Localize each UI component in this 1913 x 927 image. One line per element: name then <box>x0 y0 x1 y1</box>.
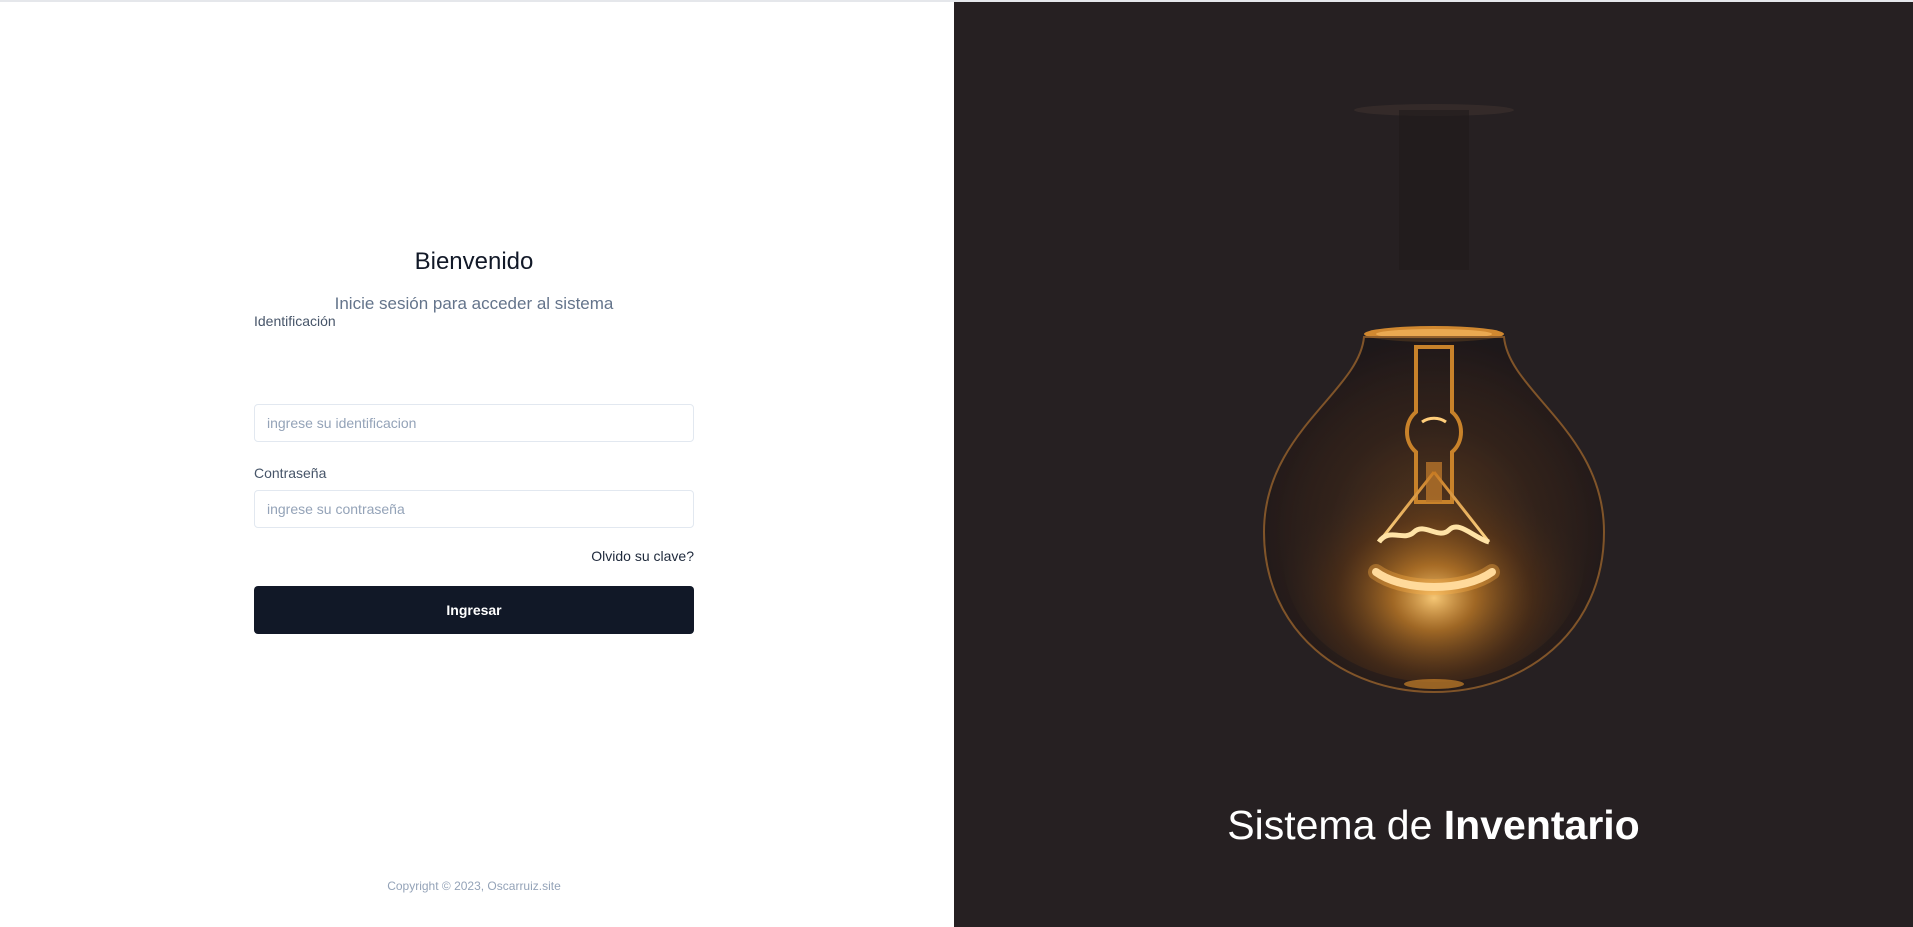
welcome-subtitle: Inicie sesión para acceder al sistema <box>334 294 614 313</box>
login-panel: Bienvenido Inicie sesión para acceder al… <box>0 2 954 927</box>
system-title-bold: Inventario <box>1443 802 1640 848</box>
identification-label: Identificación <box>254 313 336 329</box>
password-input[interactable] <box>254 490 694 528</box>
forgot-password-link[interactable]: Olvido su clave? <box>494 548 694 564</box>
identification-input[interactable] <box>254 404 694 442</box>
system-title: Sistema de Inventario <box>954 802 1913 849</box>
copyright-text: Copyright © 2023, Oscarruiz.site <box>387 879 561 893</box>
hero-panel: Sistema de Inventario <box>954 2 1913 927</box>
login-submit-button[interactable]: Ingresar <box>254 586 694 634</box>
light-bulb-illustration <box>1262 104 1606 694</box>
system-title-prefix: Sistema de <box>1227 802 1444 848</box>
welcome-title: Bienvenido <box>414 248 534 275</box>
password-label: Contraseña <box>254 465 327 481</box>
